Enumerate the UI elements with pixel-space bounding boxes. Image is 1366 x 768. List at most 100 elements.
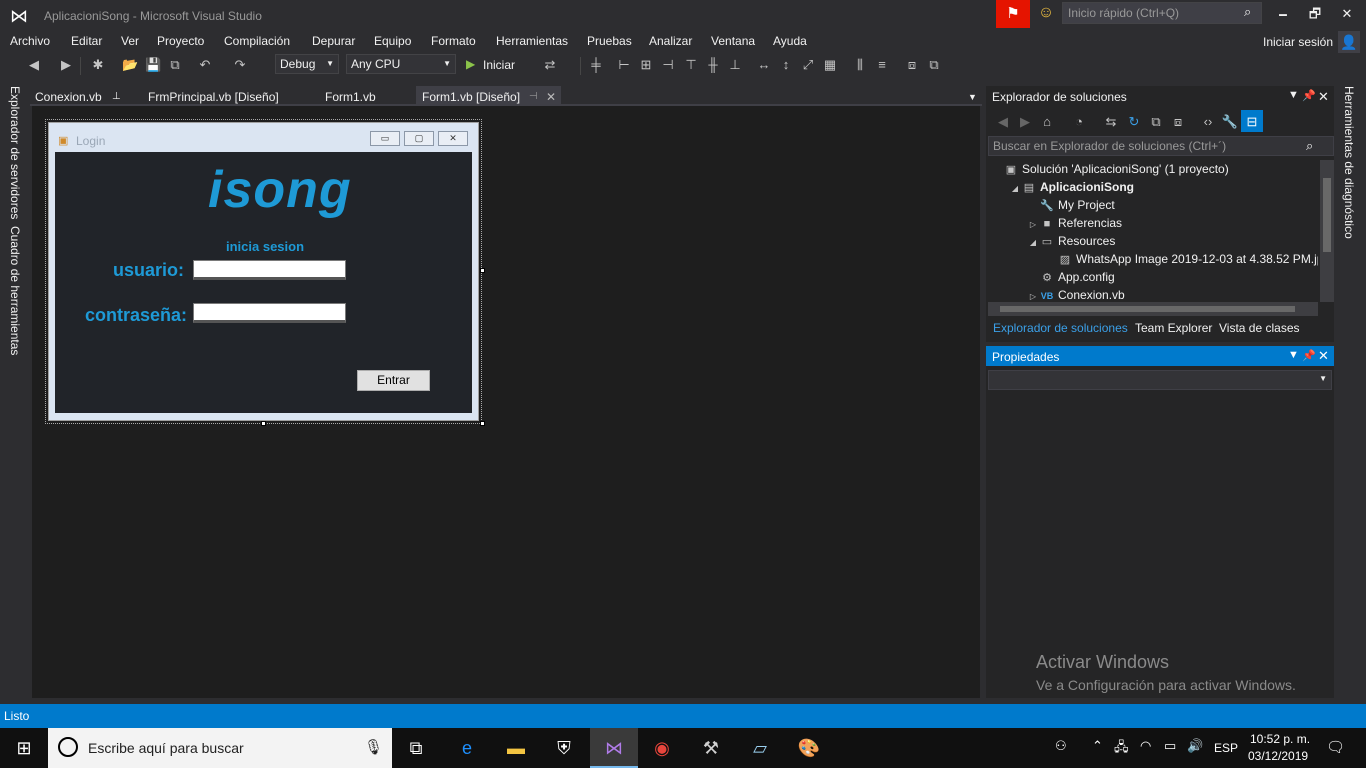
redo-icon[interactable]: ↷ [232,57,248,73]
sign-in-link[interactable]: Iniciar sesión [1263,35,1333,49]
wifi-icon[interactable]: ◠ [1140,738,1151,754]
make-same-size-icon[interactable]: ⤢ [800,57,816,73]
menu-ver[interactable]: Ver [121,34,139,48]
tree-expander-icon[interactable]: ▷ [1026,288,1040,302]
align-rights-icon[interactable]: ⊣ [660,57,676,73]
task-view-icon[interactable]: ⧉ [392,728,440,768]
bring-to-front-icon[interactable]: ⧈ [904,57,920,73]
resize-handle-right[interactable] [480,268,485,273]
home-icon[interactable]: ⌂ [1038,113,1056,131]
close-panel-icon[interactable]: ✕ [1318,89,1329,105]
align-bottoms-icon[interactable]: ⊥ [727,57,743,73]
panel-menu-icon[interactable]: ▼ [1288,89,1299,101]
search-icon[interactable]: ⌕ [1244,4,1251,20]
properties-object-select[interactable]: ▼ [988,370,1332,390]
pin-icon[interactable]: 📌 [1302,89,1316,102]
make-same-height-icon[interactable]: ↕ [778,57,794,73]
navigate-forward-icon[interactable]: ▶ [58,57,74,73]
user-avatar-icon[interactable]: 👤 [1338,31,1360,53]
form-subtitle[interactable]: inicia sesion [226,239,304,254]
undo-icon[interactable]: ↶ [197,57,213,73]
tree-item[interactable]: ◢ ▤ AplicacioniSong [988,178,1318,196]
pending-changes-icon[interactable]: ◔ [1070,113,1088,131]
battery-icon[interactable]: ▭ [1164,738,1176,754]
resize-handle-bottom[interactable] [261,421,266,426]
align-tops-icon[interactable]: ⊤ [683,57,699,73]
volume-icon[interactable]: 🔊 [1187,738,1203,754]
password-input[interactable] [193,303,346,323]
save-all-icon[interactable]: ⧉ [167,57,183,73]
save-icon[interactable]: 💾 [145,57,161,73]
menu-ayuda[interactable]: Ayuda [773,34,807,48]
align-lefts-icon[interactable]: ⊢ [616,57,632,73]
edge-icon[interactable]: e [443,728,491,768]
action-center-icon[interactable]: 🗨 [1326,738,1345,756]
menu-ventana[interactable]: Ventana [711,34,755,48]
tree-item[interactable]: ▣ Solución 'AplicacioniSong' (1 proyecto) [988,160,1318,178]
show-all-files-icon[interactable]: ⧈ [1169,113,1187,131]
align-centers-icon[interactable]: ⊞ [638,57,654,73]
tree-vertical-scroll-thumb[interactable] [1323,178,1331,252]
properties-wrench-icon[interactable]: 🔧 [1221,113,1239,131]
pin-icon[interactable]: 📌 [1302,349,1316,362]
refresh-icon[interactable]: ↻ [1125,113,1143,131]
tree-item[interactable]: ▨ WhatsApp Image 2019-12-03 at 4.38.52 PM… [988,250,1318,268]
clock-date[interactable]: 03/12/2019 [1248,749,1308,763]
vertical-spacing-icon[interactable]: ≡ [874,57,890,73]
menu-equipo[interactable]: Equipo [374,34,411,48]
configuration-select[interactable]: Debug ▼ [275,54,339,74]
forward-icon[interactable]: ▶ [1016,113,1034,131]
server-explorer-tab[interactable]: Explorador de servidores [8,86,22,219]
panel-menu-icon[interactable]: ▼ [1288,349,1299,361]
isong-logo[interactable]: isong [208,160,352,220]
menu-proyecto[interactable]: Proyecto [157,34,204,48]
diagnostic-tools-tab[interactable]: Herramientas de diagnóstico [1342,86,1356,239]
browser-link-icon[interactable]: ⇄ [542,57,558,73]
tools-app-icon[interactable]: ⚒ [687,728,735,768]
chrome-icon[interactable]: ◉ [638,728,686,768]
language-indicator[interactable]: ESP [1214,741,1238,755]
show-hidden-icons-icon[interactable]: ⌃ [1092,738,1103,754]
paint-icon[interactable]: 🎨 [785,728,833,768]
tree-expander-icon[interactable]: ◢ [1008,180,1022,198]
tab-solution-explorer[interactable]: Explorador de soluciones [993,321,1128,335]
menu-archivo[interactable]: Archivo [10,34,50,48]
menu-pruebas[interactable]: Pruebas [587,34,632,48]
new-project-icon[interactable]: ✱ [90,57,106,73]
tree-item[interactable]: ▷ ■ Referencias [988,214,1318,232]
close-button[interactable]: ✕ [1332,4,1362,24]
security-shield-icon[interactable]: ⛨ [540,728,588,768]
size-to-grid-icon[interactable]: ▦ [822,57,838,73]
menu-depurar[interactable]: Depurar [312,34,355,48]
close-panel-icon[interactable]: ✕ [1318,348,1329,364]
play-icon[interactable]: ▶ [466,57,475,71]
navigate-back-icon[interactable]: ◀ [26,57,42,73]
username-label[interactable]: usuario: [113,260,184,281]
tree-expander-icon[interactable]: ◢ [1026,234,1040,252]
restore-button[interactable]: 🗗 [1300,4,1330,24]
menu-editar[interactable]: Editar [71,34,102,48]
tab-team-explorer[interactable]: Team Explorer [1135,321,1212,335]
file-explorer-icon[interactable]: ▬ [492,728,540,768]
windows-start-icon[interactable]: ⊞ [0,728,48,768]
send-to-back-icon[interactable]: ⧉ [926,57,942,73]
tree-item[interactable]: ◢ ▭ Resources [988,232,1318,250]
open-file-icon[interactable]: 📂 [122,57,138,73]
username-input[interactable] [193,260,346,280]
tree-item[interactable]: 🔧 My Project [988,196,1318,214]
microphone-icon[interactable]: 🎙 [364,738,383,756]
align-grid-icon[interactable]: ╪ [588,57,604,73]
visual-studio-taskbar-icon[interactable]: ⋈ [590,728,638,768]
platform-select[interactable]: Any CPU ▼ [346,54,456,74]
menu-formato[interactable]: Formato [431,34,476,48]
network-device-icon[interactable]: 🖧 [1114,738,1129,760]
notepad-app-icon[interactable]: ▱ [736,728,784,768]
menu-analizar[interactable]: Analizar [649,34,692,48]
people-icon[interactable]: ⚇ [1055,738,1067,754]
tab-class-view[interactable]: Vista de clases [1219,321,1300,335]
back-icon[interactable]: ◀ [994,113,1012,131]
make-same-width-icon[interactable]: ↔ [756,57,772,73]
tree-item[interactable]: ▷ VB Conexion.vb [988,286,1318,302]
search-icon[interactable]: ⌕ [1306,138,1313,154]
collapse-all-icon[interactable]: ⧉ [1147,113,1165,131]
